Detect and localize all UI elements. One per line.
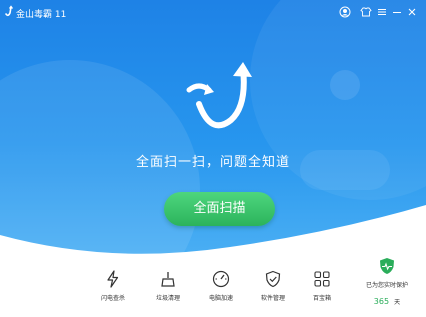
protection-days-unit: 天 [394,299,401,306]
scan-headline: 全面扫一扫，问题全知道 [135,155,290,170]
protection-label: 已为您实时保护 [365,282,408,289]
grid-icon [314,271,330,287]
menu-icon[interactable] [376,6,388,18]
tool-pc-speedup[interactable]: 电脑加速 [191,270,251,315]
tool-flash-scan[interactable]: 闪电查杀 [83,270,143,315]
tool-label: 垃圾清理 [155,295,180,302]
minimize-icon[interactable] [391,6,403,18]
close-icon[interactable] [406,6,418,18]
speedometer-icon [212,270,230,288]
duba-logo-icon [186,62,252,129]
shirt-icon[interactable] [360,6,372,18]
realtime-protection[interactable]: 已为您实时保护 365 天 [355,257,419,306]
avatar-icon[interactable] [339,6,351,18]
bottom-toolbar: 闪电查杀 垃圾清理 电脑加速 软件管理 百宝箱 已为您实时保护 365 天 [0,258,426,317]
lightning-icon [107,270,119,288]
app-logo-icon [5,5,14,17]
hero-glow [330,70,360,100]
tool-toolbox[interactable]: 百宝箱 [292,270,352,315]
broom-icon [161,272,175,287]
app-window: 金山毒霸 11 全面扫一扫，问题全知道 全面扫描 闪电查杀 垃圾清理 电脑加速 … [0,0,426,317]
title-bar: 金山毒霸 11 [0,0,426,26]
app-title: 金山毒霸 11 [16,10,67,20]
protection-days: 365 [373,297,390,306]
shield-check-icon [265,270,281,288]
tool-label: 闪电查杀 [100,295,125,302]
full-scan-button[interactable]: 全面扫描 [164,192,275,226]
shield-heartbeat-icon [380,258,394,274]
tool-junk-clean[interactable]: 垃圾清理 [138,270,198,315]
tool-label: 电脑加速 [208,295,233,302]
tool-label: 百宝箱 [312,295,331,302]
